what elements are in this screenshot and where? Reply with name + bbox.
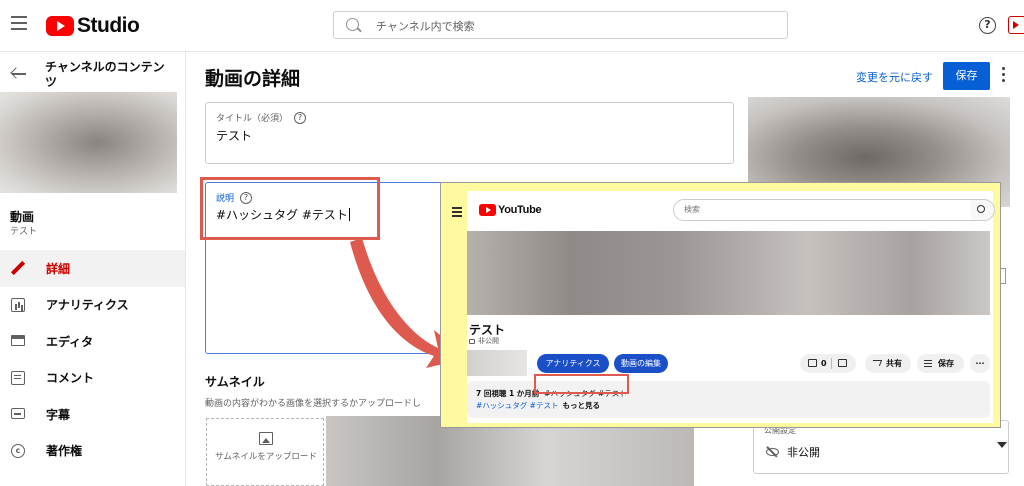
- save-button[interactable]: 保存: [943, 62, 990, 90]
- youtube-logo[interactable]: YouTube: [479, 204, 542, 216]
- sidebar-item-label: 字幕: [46, 407, 71, 422]
- back-arrow-icon[interactable]: [11, 66, 27, 82]
- more-options-icon[interactable]: [1002, 67, 1006, 85]
- visibility-value: 非公開: [787, 446, 820, 459]
- more-actions-button[interactable]: ···: [970, 354, 990, 373]
- share-label: 共有: [886, 359, 902, 368]
- privacy-badge: 非公開: [469, 336, 499, 346]
- chevron-down-icon: [997, 442, 1007, 448]
- thumb-up-icon[interactable]: [808, 359, 817, 367]
- youtube-logo-icon: [479, 204, 496, 216]
- thumbnail-description: 動画の内容がわかる画像を選択するかアップロードし: [205, 399, 422, 409]
- sidebar-item-analytics[interactable]: アナリティクス: [0, 287, 185, 324]
- channel-avatar[interactable]: [467, 350, 527, 376]
- search-icon: [346, 18, 359, 31]
- playlist-add-icon: [924, 360, 932, 362]
- sidebar-item-editor[interactable]: エディタ: [0, 323, 185, 360]
- search-icon: [977, 205, 985, 213]
- privacy-text: 非公開: [478, 337, 499, 345]
- sidebar-item-subtitles[interactable]: 字幕: [0, 396, 185, 433]
- logo-text: Studio: [77, 14, 140, 37]
- lock-icon: [469, 338, 475, 344]
- title-input[interactable]: テスト: [216, 127, 252, 144]
- share-icon: [870, 360, 883, 366]
- analytics-icon: [11, 297, 25, 312]
- like-count: 0: [821, 359, 827, 368]
- comments-icon: [11, 370, 25, 385]
- sidebar-item-comments[interactable]: コメント: [0, 360, 185, 397]
- edit-video-button[interactable]: 動画の編集: [614, 354, 668, 373]
- title-field-label: タイトル（必須） ?: [216, 111, 307, 124]
- menu-icon[interactable]: [11, 16, 27, 30]
- video-thumbnail[interactable]: [0, 92, 177, 193]
- hashtag-highlight-box: [534, 374, 629, 394]
- visibility-dropdown[interactable]: 公開設定 非公開: [753, 420, 1009, 474]
- sidebar-nav: 詳細 アナリティクス エディタ コメント 字幕 c 著作権: [0, 250, 185, 469]
- pencil-icon: [11, 261, 25, 275]
- top-bar: Studio チャンネル内で検索 ?: [0, 0, 1024, 52]
- youtube-logo-icon: [46, 16, 74, 36]
- subtitles-icon: [11, 408, 25, 419]
- create-icon[interactable]: [1008, 16, 1024, 34]
- sidebar-item-label: エディタ: [46, 334, 94, 349]
- undo-changes-button[interactable]: 変更を元に戻す: [856, 69, 933, 85]
- view-count-date: 7 回視聴 1 か月前: [476, 389, 540, 398]
- title-field[interactable]: タイトル（必須） ? テスト: [205, 102, 734, 164]
- sidebar-item-label: コメント: [46, 371, 95, 386]
- show-more-link[interactable]: もっと見る: [562, 401, 600, 410]
- thumb-down-icon[interactable]: [838, 359, 847, 367]
- sidebar-item-details[interactable]: 詳細: [0, 250, 185, 287]
- youtube-search-input[interactable]: 検索: [673, 199, 973, 221]
- help-icon[interactable]: ?: [979, 17, 996, 34]
- save-label: 保存: [938, 359, 954, 368]
- editor-icon: [11, 335, 25, 346]
- channel-search-input[interactable]: チャンネル内で検索: [333, 11, 788, 39]
- studio-logo[interactable]: Studio: [46, 14, 140, 38]
- video-player[interactable]: [467, 231, 990, 315]
- youtube-logo-text: YouTube: [498, 204, 542, 216]
- divider: [831, 358, 832, 369]
- thumbnail-heading: サムネイル: [205, 375, 265, 389]
- menu-icon[interactable]: [452, 207, 462, 217]
- copyright-icon: c: [11, 443, 25, 458]
- sidebar-video-title: テスト: [10, 227, 38, 237]
- share-button[interactable]: 共有: [865, 354, 911, 373]
- save-to-playlist-button[interactable]: 保存: [917, 354, 964, 373]
- search-placeholder: チャンネル内で検索: [376, 20, 475, 33]
- analytics-button[interactable]: アナリティクス: [537, 354, 609, 373]
- hashtag-links[interactable]: #ハッシュタグ #テスト もっと見る: [476, 400, 600, 411]
- sidebar-video-label: 動画: [10, 210, 35, 224]
- sidebar-item-copyright[interactable]: c 著作権: [0, 433, 185, 470]
- sidebar-item-label: 詳細: [46, 261, 71, 276]
- search-button[interactable]: [971, 199, 995, 221]
- channel-content-link[interactable]: チャンネルのコンテンツ: [45, 60, 175, 90]
- like-dislike-button[interactable]: 0: [800, 354, 856, 373]
- sidebar-item-label: 著作権: [46, 444, 83, 459]
- title-label-text: タイトル（必須）: [216, 114, 289, 124]
- eye-off-icon: [766, 448, 779, 456]
- page-title: 動画の詳細: [205, 68, 301, 90]
- upload-thumbnail-label: サムネイルをアップロード: [215, 452, 317, 462]
- sidebar-item-label: アナリティクス: [46, 298, 129, 313]
- sidebar: チャンネルのコンテンツ 動画 テスト 詳細 アナリティクス エディタ コメント …: [0, 52, 186, 486]
- help-icon[interactable]: ?: [294, 111, 307, 124]
- hashtag-links-text[interactable]: #ハッシュタグ #テスト: [476, 401, 558, 410]
- add-image-icon: [259, 432, 273, 445]
- upload-thumbnail-button[interactable]: サムネイルをアップロード: [206, 418, 324, 486]
- search-placeholder: 検索: [684, 205, 700, 214]
- youtube-preview-overlay: YouTube 検索 テスト 非公開 アナリティクス 動画の編集 0 共有 保存…: [440, 182, 1001, 428]
